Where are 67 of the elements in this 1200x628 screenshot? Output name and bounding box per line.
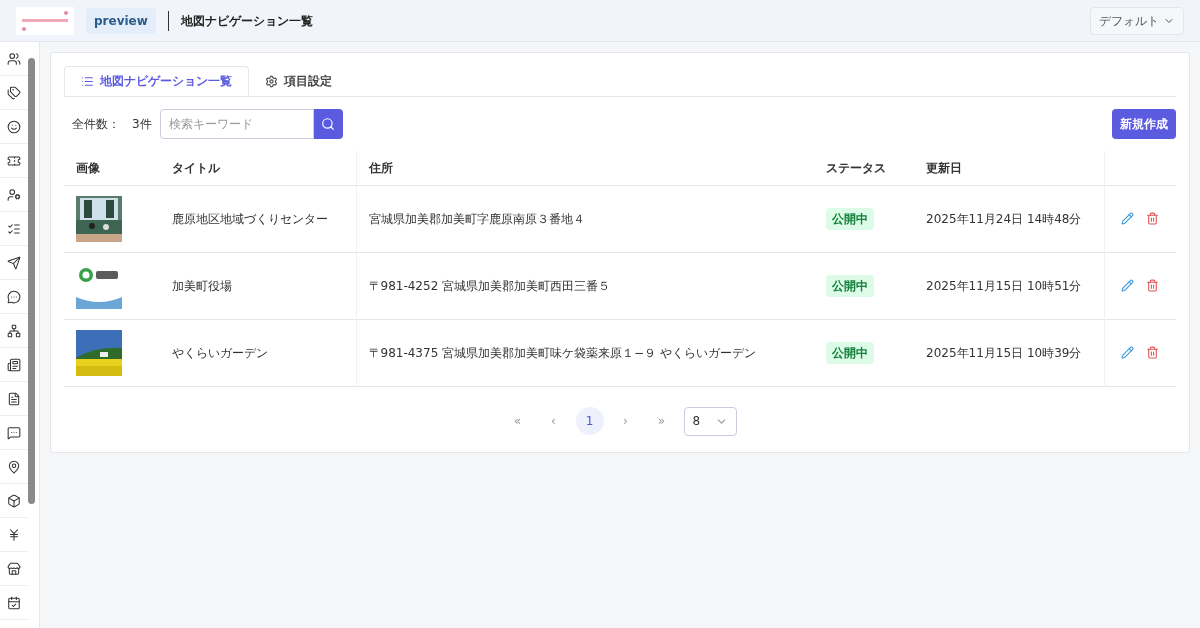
- status-badge: 公開中: [826, 207, 874, 230]
- message-icon: [7, 425, 21, 440]
- yen-icon: [7, 527, 21, 542]
- table-cell: 2025年11月15日 10時51分: [926, 278, 1082, 293]
- table-cell: 宮城県加美郡加美町字鹿原南原３番地４: [368, 211, 585, 226]
- table-cell: 鹿原地区地域づくりセンター: [172, 211, 328, 226]
- column-header: タイトル: [160, 151, 356, 185]
- list-icon: [7, 221, 21, 236]
- column-header: 画像: [64, 151, 160, 185]
- network-icon: [7, 323, 21, 338]
- trash-icon: [1146, 279, 1160, 292]
- edit-button[interactable]: [1121, 212, 1135, 225]
- pencil-icon: [1121, 279, 1135, 292]
- table-cell: 〒981-4375 宮城県加美郡加美町味ケ袋薬来原１−９ やくらいガーデン: [368, 345, 756, 360]
- table-cell: やくらいガーデン: [172, 345, 268, 360]
- tab[interactable]: 項目設定: [249, 66, 348, 96]
- edit-button[interactable]: [1121, 279, 1135, 292]
- pencil-icon: [1121, 346, 1135, 359]
- first-page-button[interactable]: «: [503, 407, 532, 435]
- page-size-select[interactable]: 8: [683, 406, 737, 436]
- next-page-button[interactable]: ›: [611, 407, 640, 435]
- tab[interactable]: 地図ナビゲーション一覧: [64, 66, 249, 96]
- page-title: 地図ナビゲーション一覧: [180, 12, 313, 30]
- article-icon: [7, 357, 21, 372]
- list-icon: [81, 74, 94, 88]
- view-select[interactable]: デフォルト: [1090, 6, 1184, 35]
- search-icon: [321, 117, 336, 131]
- previous-page-button[interactable]: ‹: [539, 407, 568, 435]
- total-count: 3件: [132, 116, 152, 133]
- map-pin-icon: [7, 459, 21, 474]
- table-cell: 2025年11月24日 14時48分: [926, 211, 1082, 226]
- table-cell: 〒981-4252 宮城県加美郡加美町西田三番５: [368, 278, 611, 293]
- tag-icon: [7, 85, 21, 100]
- total-count-label: 全件数：: [72, 116, 120, 133]
- status-badge: 公開中: [826, 274, 874, 297]
- pencil-icon: [1121, 212, 1135, 225]
- column-header: 住所: [356, 151, 814, 185]
- search-field[interactable]: 検索キーワード: [159, 109, 314, 139]
- calendar-icon: [7, 595, 21, 610]
- edit-button[interactable]: [1121, 346, 1135, 359]
- table-cell: 2025年11月15日 10時39分: [926, 345, 1082, 360]
- document-icon: [7, 391, 21, 406]
- trash-icon: [1146, 212, 1160, 225]
- store-icon: [7, 561, 21, 576]
- delete-button[interactable]: [1146, 212, 1160, 225]
- delete-button[interactable]: [1146, 279, 1160, 292]
- chat-bubble-icon: [7, 289, 21, 304]
- page-button[interactable]: 1: [575, 407, 604, 435]
- send-icon: [7, 255, 21, 270]
- search-button[interactable]: [313, 109, 343, 139]
- status-badge: 公開中: [826, 341, 874, 364]
- smiley-icon: [7, 119, 21, 134]
- preview-badge: preview: [86, 7, 156, 34]
- users-icon: [7, 51, 21, 66]
- column-header: 更新日: [914, 151, 1104, 185]
- column-header: ステータス: [814, 151, 914, 185]
- create-button[interactable]: 新規作成: [1112, 109, 1176, 139]
- settings-icon: [265, 74, 278, 88]
- delete-button[interactable]: [1146, 346, 1160, 359]
- table-cell: 加美町役場: [172, 278, 232, 293]
- user-icon: [7, 187, 21, 202]
- box-icon: [7, 493, 21, 508]
- last-page-button[interactable]: »: [647, 407, 676, 435]
- scrollbar[interactable]: [28, 58, 35, 504]
- logo: [16, 6, 74, 35]
- trash-icon: [1146, 346, 1160, 359]
- ticket-icon: [7, 153, 21, 168]
